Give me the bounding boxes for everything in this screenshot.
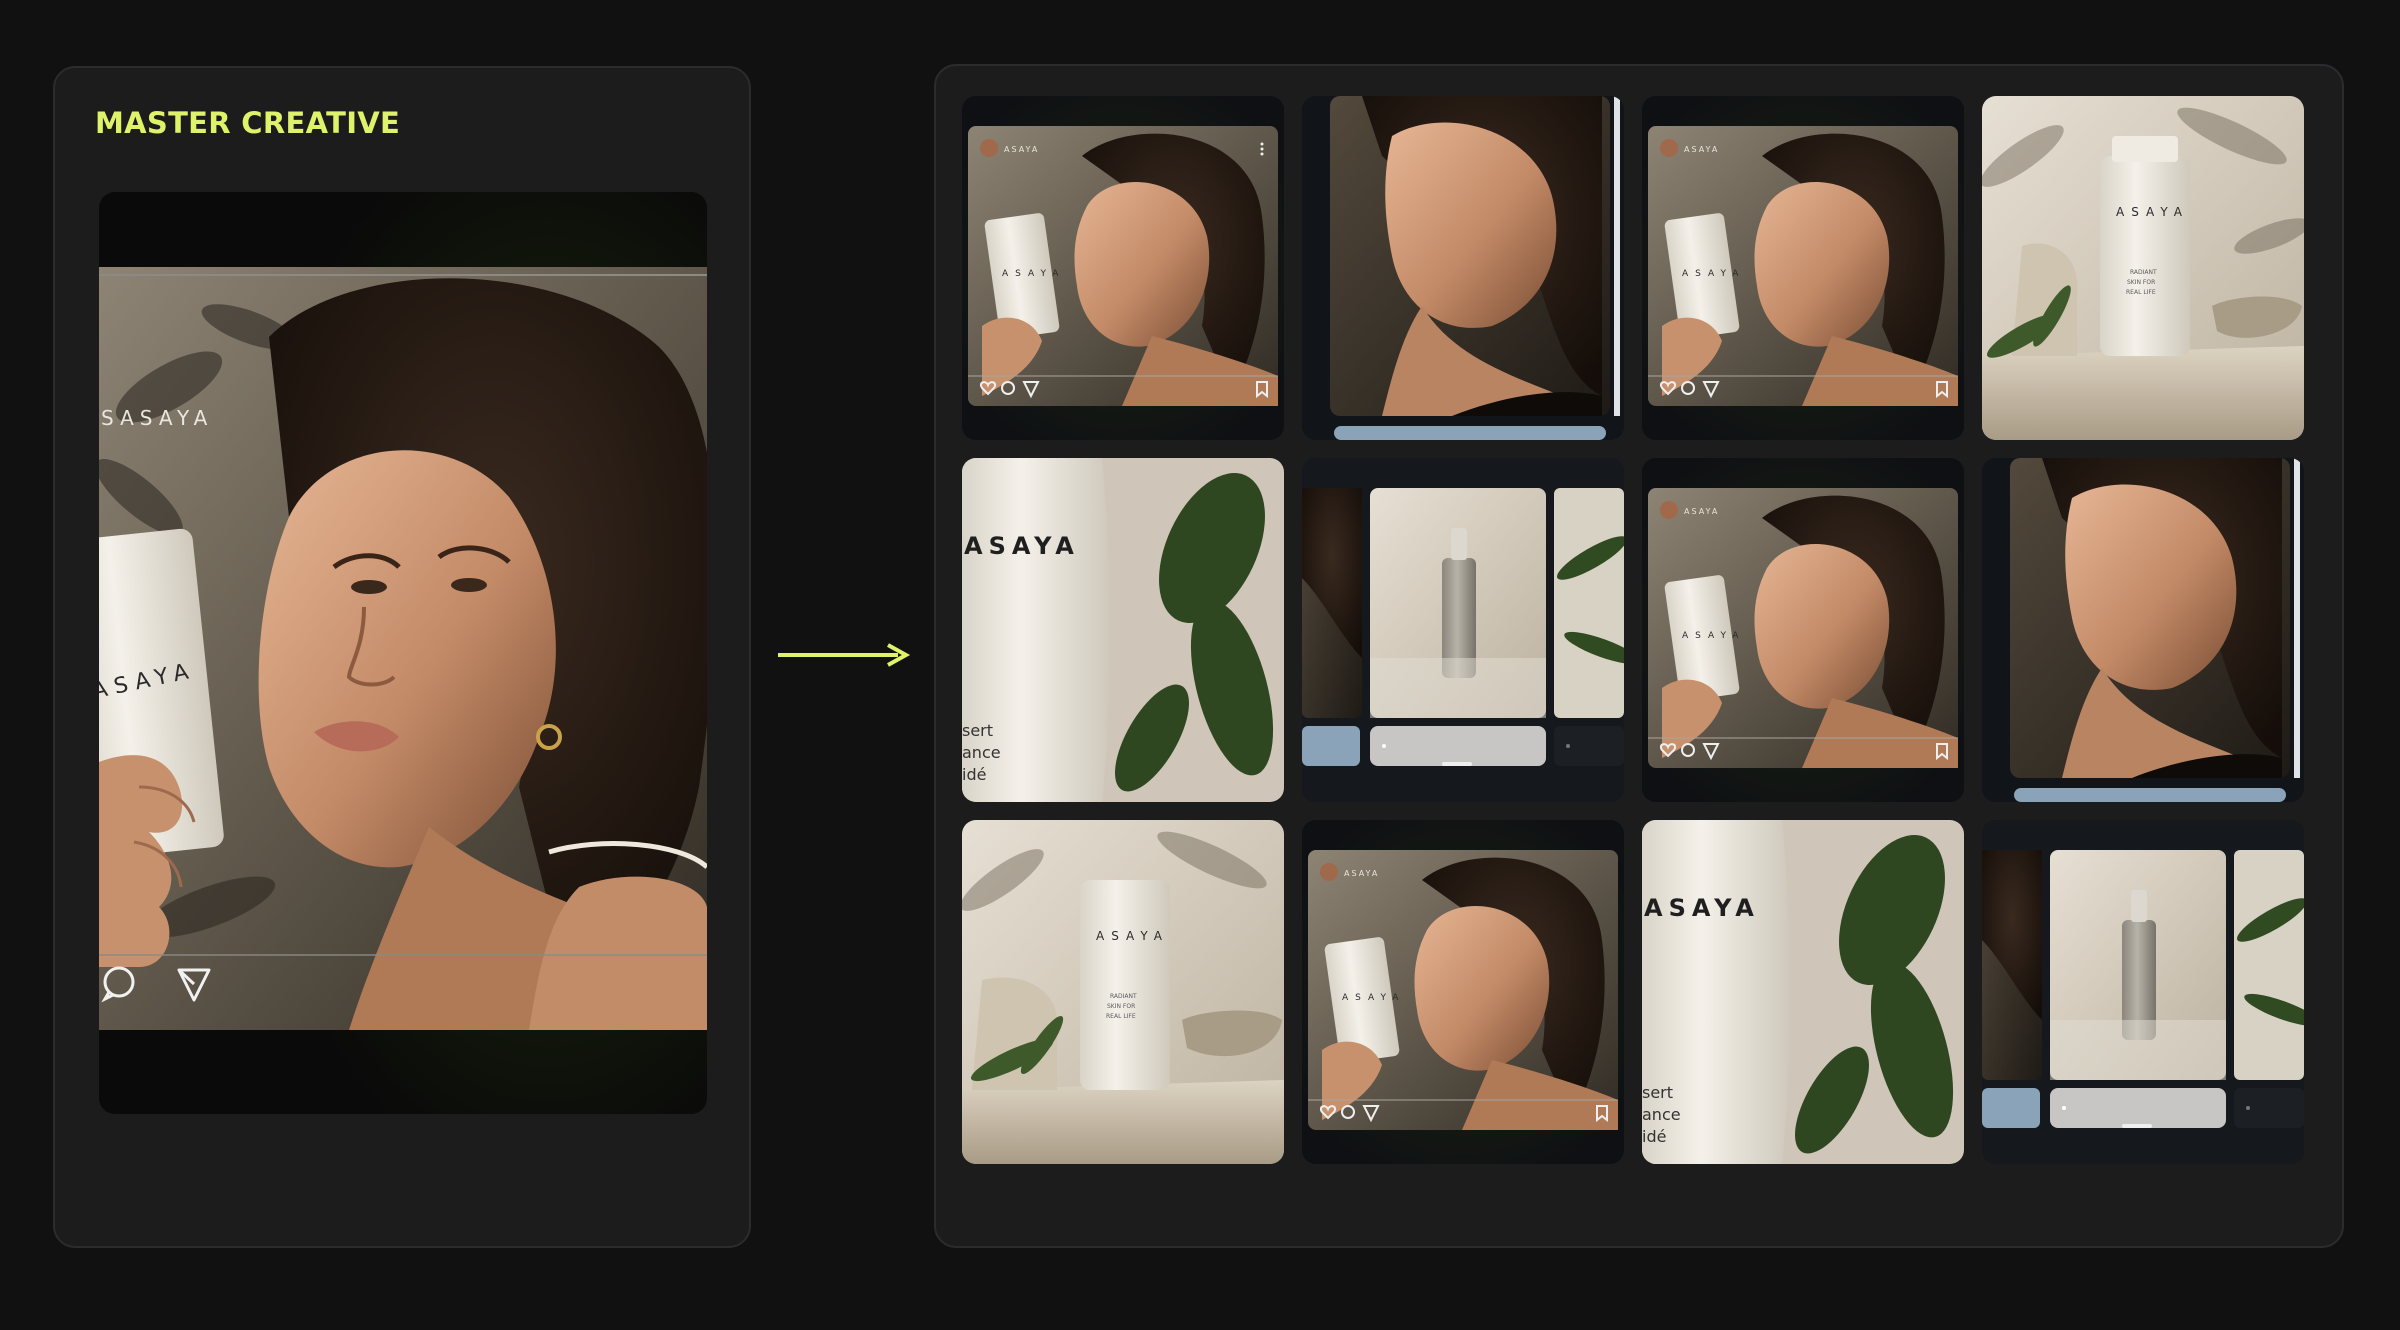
svg-text:ance: ance	[1642, 1105, 1681, 1124]
master-photo: ASAYA SASAYA	[99, 267, 707, 1030]
master-creative-title: MASTER CREATIVE	[95, 106, 401, 140]
flow-arrow-icon	[778, 643, 911, 667]
master-creative-panel: MASTER CREATIVE ASAYA SASAYA	[53, 66, 751, 1248]
send-icon[interactable]	[177, 968, 211, 1002]
svg-text:ASAYA: ASAYA	[1004, 145, 1039, 154]
svg-text:REAL LIFE: REAL LIFE	[1106, 1013, 1136, 1020]
svg-text:ASAYA: ASAYA	[1002, 269, 1065, 279]
svg-text:RADIANT: RADIANT	[1110, 993, 1137, 1000]
variant-product-still[interactable]: ASAYA RADIANT SKIN FOR REAL LIFE	[1982, 96, 2304, 440]
svg-text:ASAYA: ASAYA	[1682, 269, 1745, 279]
variant-carousel-2[interactable]	[1982, 820, 2304, 1164]
master-creative-frame[interactable]: ASAYA SASAYA	[99, 192, 707, 1114]
svg-text:ASAYA: ASAYA	[1682, 631, 1745, 641]
svg-text:ASAYA: ASAYA	[1342, 993, 1405, 1003]
svg-text:ASAYA: ASAYA	[2116, 205, 2189, 219]
svg-text:ASAYA: ASAYA	[964, 532, 1080, 560]
variant-feed-post-3[interactable]: ASAYA ASAYA	[1642, 458, 1964, 802]
svg-text:RADIANT: RADIANT	[2130, 269, 2157, 276]
svg-text:sert: sert	[962, 721, 993, 740]
variant-story-portrait[interactable]	[1302, 96, 1624, 440]
svg-text:ASAYA: ASAYA	[1684, 507, 1719, 516]
svg-text:ance: ance	[962, 743, 1001, 762]
svg-text:REAL LIFE: REAL LIFE	[2126, 289, 2156, 296]
svg-text:ASAYA: ASAYA	[1684, 145, 1719, 154]
svg-text:idé: idé	[1642, 1127, 1666, 1146]
svg-text:SKIN FOR: SKIN FOR	[2127, 279, 2155, 286]
svg-text:ASAYA: ASAYA	[1644, 894, 1760, 922]
variant-product-still-2[interactable]: ASAYA RADIANT SKIN FOR REAL LIFE	[962, 820, 1284, 1164]
chat-bubble-icon[interactable]	[101, 966, 135, 1003]
svg-text:ASAYA: ASAYA	[1344, 869, 1379, 878]
variant-feed-post[interactable]: ASAYA ASAYA	[962, 96, 1284, 440]
variant-feed-post-2[interactable]: ASAYA ASAYA	[1642, 96, 1964, 440]
post-action-bar	[99, 962, 707, 1012]
variant-carousel[interactable]	[1302, 458, 1624, 802]
svg-text:SKIN FOR: SKIN FOR	[1107, 1003, 1135, 1010]
svg-text:idé: idé	[962, 765, 986, 784]
post-header-line	[99, 274, 707, 276]
variant-story-portrait-2[interactable]	[1982, 458, 2304, 802]
variants-panel: ASAYA ASAYA ASAYA ASAYA ASAYA RADIANT SK…	[934, 64, 2344, 1248]
svg-text:ASAYA: ASAYA	[1096, 929, 1169, 943]
svg-text:SASAYA: SASAYA	[101, 406, 213, 430]
post-footer-line	[99, 954, 707, 956]
variant-story-crop[interactable]: ASAYA sert ance idé	[962, 458, 1284, 802]
variant-feed-post-4[interactable]: ASAYA ASAYA	[1302, 820, 1624, 1164]
svg-text:sert: sert	[1642, 1083, 1673, 1102]
variant-story-crop-2[interactable]: ASAYA sert ance idé	[1642, 820, 1964, 1164]
